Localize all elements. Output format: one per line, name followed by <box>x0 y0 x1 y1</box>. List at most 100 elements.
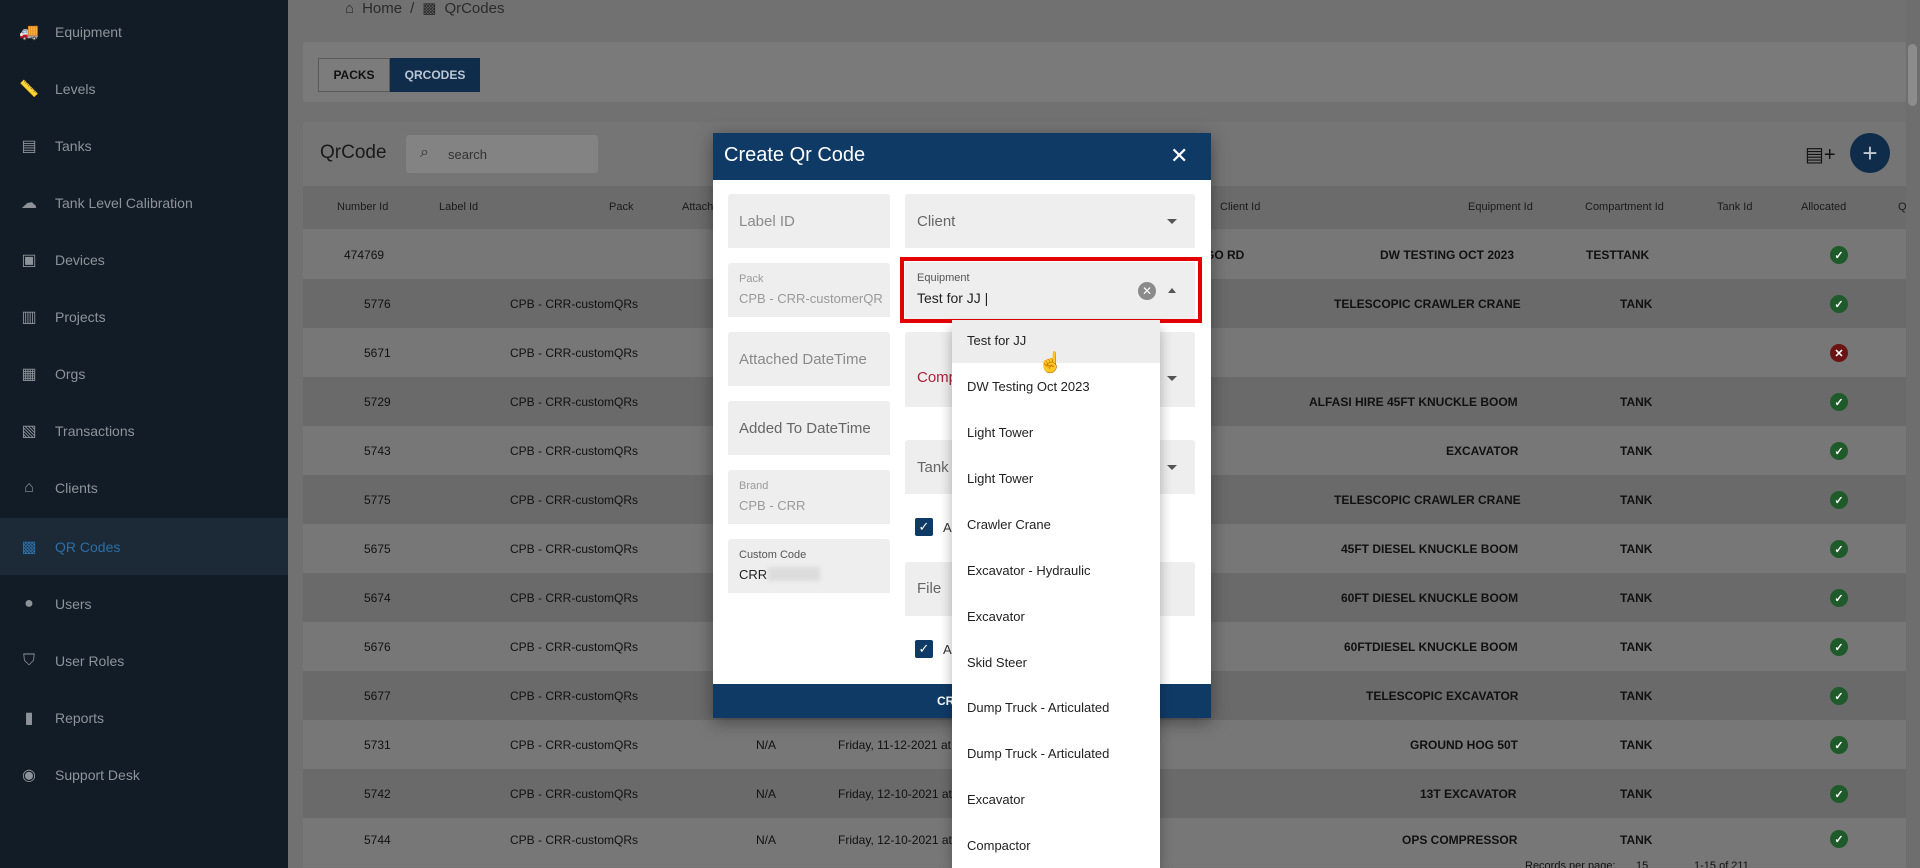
document-icon: ▧ <box>21 422 37 440</box>
option-item[interactable]: Dump Truck - Articulated <box>967 700 1109 715</box>
cell-pack: CPB - CRR-customQRs <box>510 542 639 556</box>
option-item[interactable]: Crawler Crane <box>967 517 1051 532</box>
tab-qrcodes[interactable]: QRCODES <box>390 58 480 92</box>
add-column-icon[interactable]: ▤+ <box>1805 142 1836 167</box>
allocated-cross-icon: ✕ <box>1830 344 1848 362</box>
allocated-check-icon: ✓ <box>1830 393 1848 411</box>
tabs-card <box>303 42 1906 102</box>
user-icon: ● <box>24 594 34 612</box>
sidebar-item-projects[interactable]: ▥ Projects <box>0 288 288 345</box>
th-allocated[interactable]: Allocated <box>1801 201 1846 213</box>
cell-number: 5744 <box>364 833 391 847</box>
th-number-id[interactable]: Number Id <box>337 201 388 213</box>
allocated-check-icon: ✓ <box>1830 589 1848 607</box>
search-input[interactable]: ⌕ search <box>406 135 598 173</box>
compartment-placeholder: Comp <box>917 369 958 386</box>
shield-icon: ⛉ <box>22 651 35 669</box>
option-item[interactable]: Compactor <box>967 838 1031 853</box>
tank-placeholder: Tank <box>917 459 949 476</box>
sidebar-item-tanks[interactable]: ▤ Tanks <box>0 117 288 174</box>
th-equipment-id[interactable]: Equipment Id <box>1468 201 1533 213</box>
option-item[interactable]: Light Tower <box>967 425 1033 440</box>
cell-attached: N/A <box>756 738 777 752</box>
sidebar-item-equipment[interactable]: 🚚 Equipment <box>0 3 288 60</box>
scrollbar-thumb[interactable] <box>1908 44 1917 106</box>
th-client-id[interactable]: Client Id <box>1220 201 1260 213</box>
breadcrumb-current: QrCodes <box>444 0 505 17</box>
home-icon[interactable]: ⌂ <box>345 0 354 17</box>
allocated-check-icon: ✓ <box>1830 830 1848 848</box>
cell-pack: CPB - CRR-customQRs <box>510 591 639 605</box>
th-tank-id[interactable]: Tank Id <box>1717 201 1752 213</box>
allocated-check-icon: ✓ <box>1830 246 1848 264</box>
cell-number: 5676 <box>364 640 391 654</box>
cell-equipment: EXCAVATOR <box>1446 444 1519 458</box>
map-icon: ▥ <box>21 308 37 326</box>
highlight-box <box>900 257 1202 323</box>
sidebar-item-reports[interactable]: ▮ Reports <box>0 689 288 746</box>
cell-equipment: TELESCOPIC CRAWLER CRANE <box>1334 493 1521 507</box>
sidebar-item-tank-level-calibration[interactable]: ☁ Tank Level Calibration <box>0 174 288 231</box>
cell-pack: CPB - CRR-customQRs <box>510 689 639 703</box>
cell-compartment: TANK <box>1620 833 1653 847</box>
breadcrumb-home[interactable]: Home <box>362 0 402 17</box>
ruler-icon: 📏 <box>19 80 39 98</box>
sidebar-item-levels[interactable]: 📏 Levels <box>0 60 288 117</box>
option-item[interactable]: Test for JJ <box>967 333 1026 348</box>
th-label-id[interactable]: Label Id <box>439 201 478 213</box>
allocated-check-icon: ✓ <box>1830 540 1848 558</box>
custom-code-value: CRR <box>739 567 768 582</box>
cell-equipment: TELESCOPIC EXCAVATOR <box>1366 689 1519 703</box>
bank-icon: ⌂ <box>24 478 34 496</box>
cell-equipment: ALFASI HIRE 45FT KNUCKLE BOOM <box>1309 395 1518 409</box>
sidebar-item-devices[interactable]: ▣ Devices <box>0 231 288 288</box>
checkbox-1[interactable]: ✓ <box>915 518 933 536</box>
scrollbar[interactable] <box>1906 0 1920 868</box>
th-attached[interactable]: Attach <box>682 201 713 213</box>
th-compartment-id[interactable]: Compartment Id <box>1585 201 1664 213</box>
cell-compartment: TANK <box>1620 738 1653 752</box>
option-item[interactable]: Excavator - Hydraulic <box>967 563 1091 578</box>
sidebar-item-users[interactable]: ● Users <box>0 575 288 632</box>
cell-equipment: 60FTDIESEL KNUCKLE BOOM <box>1344 640 1518 654</box>
pack-value: CPB - CRR-customerQR <box>739 291 883 306</box>
option-item[interactable]: Excavator <box>967 792 1025 807</box>
sidebar-item-transactions[interactable]: ▧ Transactions <box>0 402 288 459</box>
option-item[interactable]: Skid Steer <box>967 655 1027 670</box>
cell-compartment: TANK <box>1620 542 1653 556</box>
tab-packs[interactable]: PACKS <box>318 58 390 92</box>
option-item[interactable]: Excavator <box>967 609 1025 624</box>
cloud-icon: ☁ <box>21 194 37 212</box>
cell-date: Friday, 11-12-2021 at <box>838 738 951 752</box>
chevron-down-icon <box>1167 219 1177 224</box>
cell-pack: CPB - CRR-customQRs <box>510 640 639 654</box>
sidebar-item-support-desk[interactable]: ◉ Support Desk <box>0 746 288 803</box>
sidebar-item-clients[interactable]: ⌂ Clients <box>0 459 288 516</box>
added-to-datetime-field[interactable]: Added To DateTime <box>728 401 890 455</box>
cell-equipment: GROUND HOG 50T <box>1410 738 1519 752</box>
option-item[interactable]: DW Testing Oct 2023 <box>967 379 1090 394</box>
cell-pack: CPB - CRR-customQRs <box>510 297 639 311</box>
attached-datetime-field[interactable]: Attached DateTime <box>728 332 890 386</box>
cell-number: 5743 <box>364 444 391 458</box>
sidebar-item-qr-codes[interactable]: ▩ QR Codes <box>0 518 288 575</box>
th-pack[interactable]: Pack <box>609 201 633 213</box>
cell-number: 5677 <box>364 689 391 703</box>
records-per-page-select[interactable]: 15 <box>1636 860 1648 868</box>
sidebar-item-user-roles[interactable]: ⛉ User Roles <box>0 632 288 689</box>
search-icon: ⌕ <box>420 144 429 161</box>
file-placeholder: File <box>917 580 942 597</box>
client-select[interactable]: Client <box>905 194 1195 248</box>
allocated-check-icon: ✓ <box>1830 736 1848 754</box>
support-icon: ◉ <box>22 766 36 784</box>
cell-date: Friday, 12-10-2021 at <box>838 833 952 847</box>
close-icon[interactable]: ✕ <box>1170 143 1188 169</box>
label-id-field[interactable]: Label ID <box>728 194 890 248</box>
custom-code-field[interactable]: Custom Code CRR <box>728 539 890 593</box>
add-button[interactable]: + <box>1850 133 1890 173</box>
checkbox-2[interactable]: ✓ <box>915 640 933 658</box>
hand-pointer-icon: ☝ <box>1038 352 1063 374</box>
option-item[interactable]: Dump Truck - Articulated <box>967 746 1109 761</box>
option-item[interactable]: Light Tower <box>967 471 1033 486</box>
sidebar-item-orgs[interactable]: ▦ Orgs <box>0 345 288 402</box>
